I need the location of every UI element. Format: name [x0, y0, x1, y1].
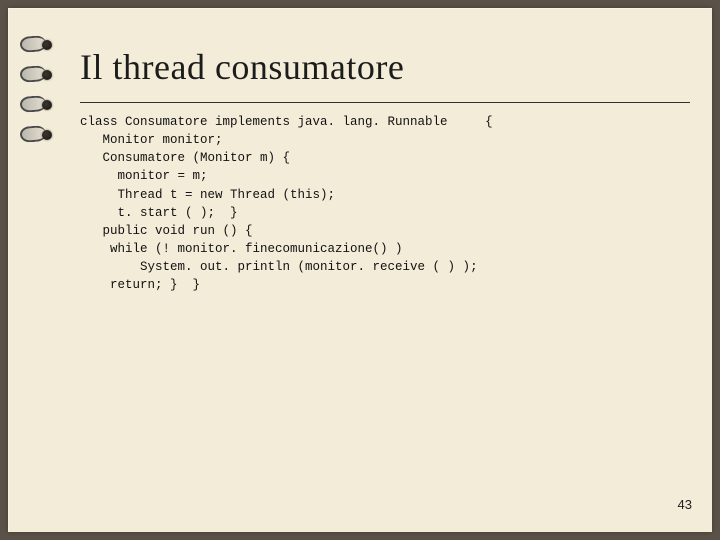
- spiral-binding: [18, 8, 56, 532]
- slide-content: Il thread consumatore class Consumatore …: [80, 46, 690, 294]
- horizontal-rule: [80, 102, 690, 103]
- code-block: class Consumatore implements java. lang.…: [80, 113, 690, 294]
- slide-title: Il thread consumatore: [80, 46, 690, 88]
- page-number: 43: [678, 497, 692, 512]
- slide-page: Il thread consumatore class Consumatore …: [8, 8, 712, 532]
